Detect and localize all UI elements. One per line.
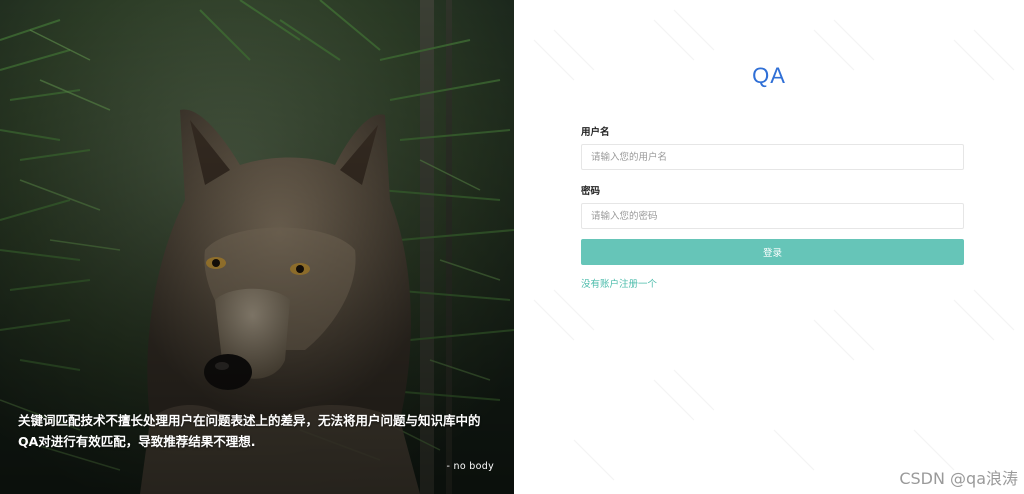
password-field-group: 密码 (581, 185, 964, 229)
hero-quote: 关键词匹配技术不擅长处理用户在问题表述上的差异，无法将用户问题与知识库中的QA对… (18, 413, 481, 449)
brand-logo: QA (752, 63, 786, 88)
register-link[interactable]: 没有账户注册一个 (581, 276, 657, 290)
username-label: 用户名 (581, 127, 610, 138)
username-input[interactable] (581, 144, 964, 170)
login-button[interactable]: 登录 (581, 239, 964, 265)
hero-image-panel: 关键词匹配技术不擅长处理用户在问题表述上的差异，无法将用户问题与知识库中的QA对… (0, 0, 514, 494)
username-field-group: 用户名 (581, 126, 964, 170)
login-form: 用户名 密码 登录 没有账户注册一个 (581, 126, 964, 291)
csdn-watermark: CSDN @qa浪涛 (899, 469, 1018, 488)
password-input[interactable] (581, 203, 964, 229)
login-panel: QA 用户名 密码 登录 没有账户注册一个 (514, 0, 1024, 494)
password-label: 密码 (581, 186, 601, 197)
hero-quote-author: - no body (446, 461, 494, 472)
